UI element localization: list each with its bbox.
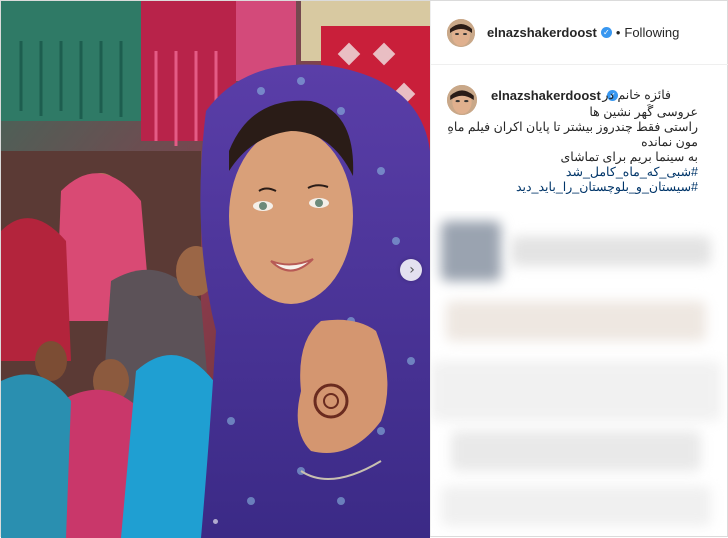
chevron-right-icon: › (409, 262, 415, 278)
caption-username-link[interactable]: elnazshakerdoost (491, 88, 601, 103)
blurred-block (441, 486, 711, 526)
hashtag-link[interactable]: #سیستان_و_بلوچستان_را_باید_دید (478, 180, 698, 195)
blurred-block (431, 361, 721, 421)
blurred-block (446, 301, 706, 341)
caption-line: راستی فقط چندروز بیشتر تا پایان اکران فی… (447, 120, 698, 134)
avatar[interactable] (447, 18, 475, 47)
carousel-next-button[interactable]: › (400, 259, 422, 281)
blurred-block (441, 221, 501, 281)
avatar-image (447, 85, 477, 115)
post-dialog: › elnazshakerdoost ✓ • Following elnazsh… (0, 0, 728, 538)
caption-text: عروسی گَهر نشین ها راستی فقط چندروز بیشت… (447, 105, 698, 195)
post-sidebar: elnazshakerdoost ✓ • Following elnazshak… (430, 1, 728, 536)
caption-line: عروسی گَهر نشین ها (589, 105, 698, 119)
caption-author-tag: فائزه خانم در (602, 88, 671, 102)
separator-dot: • (615, 25, 621, 40)
verified-badge-icon: ✓ (600, 27, 612, 38)
post-header: elnazshakerdoost ✓ • Following (431, 1, 728, 65)
hashtag-link[interactable]: #شبی_که_ماه_کامل_شد (478, 165, 698, 180)
avatar-image (447, 18, 475, 47)
caption-location-text: فائزه خانم در (602, 88, 671, 103)
post-image[interactable]: › (1, 1, 430, 538)
caption-comment: elnazshakerdoost ✓ فائزه خانم در عروسی گ… (431, 65, 728, 215)
caption-line: به سینما بریم برای تماشای (560, 150, 698, 164)
blurred-comments-area (431, 211, 728, 536)
following-button[interactable]: Following (624, 25, 679, 40)
blurred-block (511, 236, 711, 266)
username-link[interactable]: elnazshakerdoost (487, 25, 597, 40)
photo-illustration (1, 1, 430, 538)
blurred-block (451, 431, 701, 471)
carousel-dot (213, 519, 218, 524)
caption-line: مون نمانده (641, 135, 698, 149)
carousel-indicator (1, 519, 430, 524)
avatar[interactable] (447, 85, 477, 115)
